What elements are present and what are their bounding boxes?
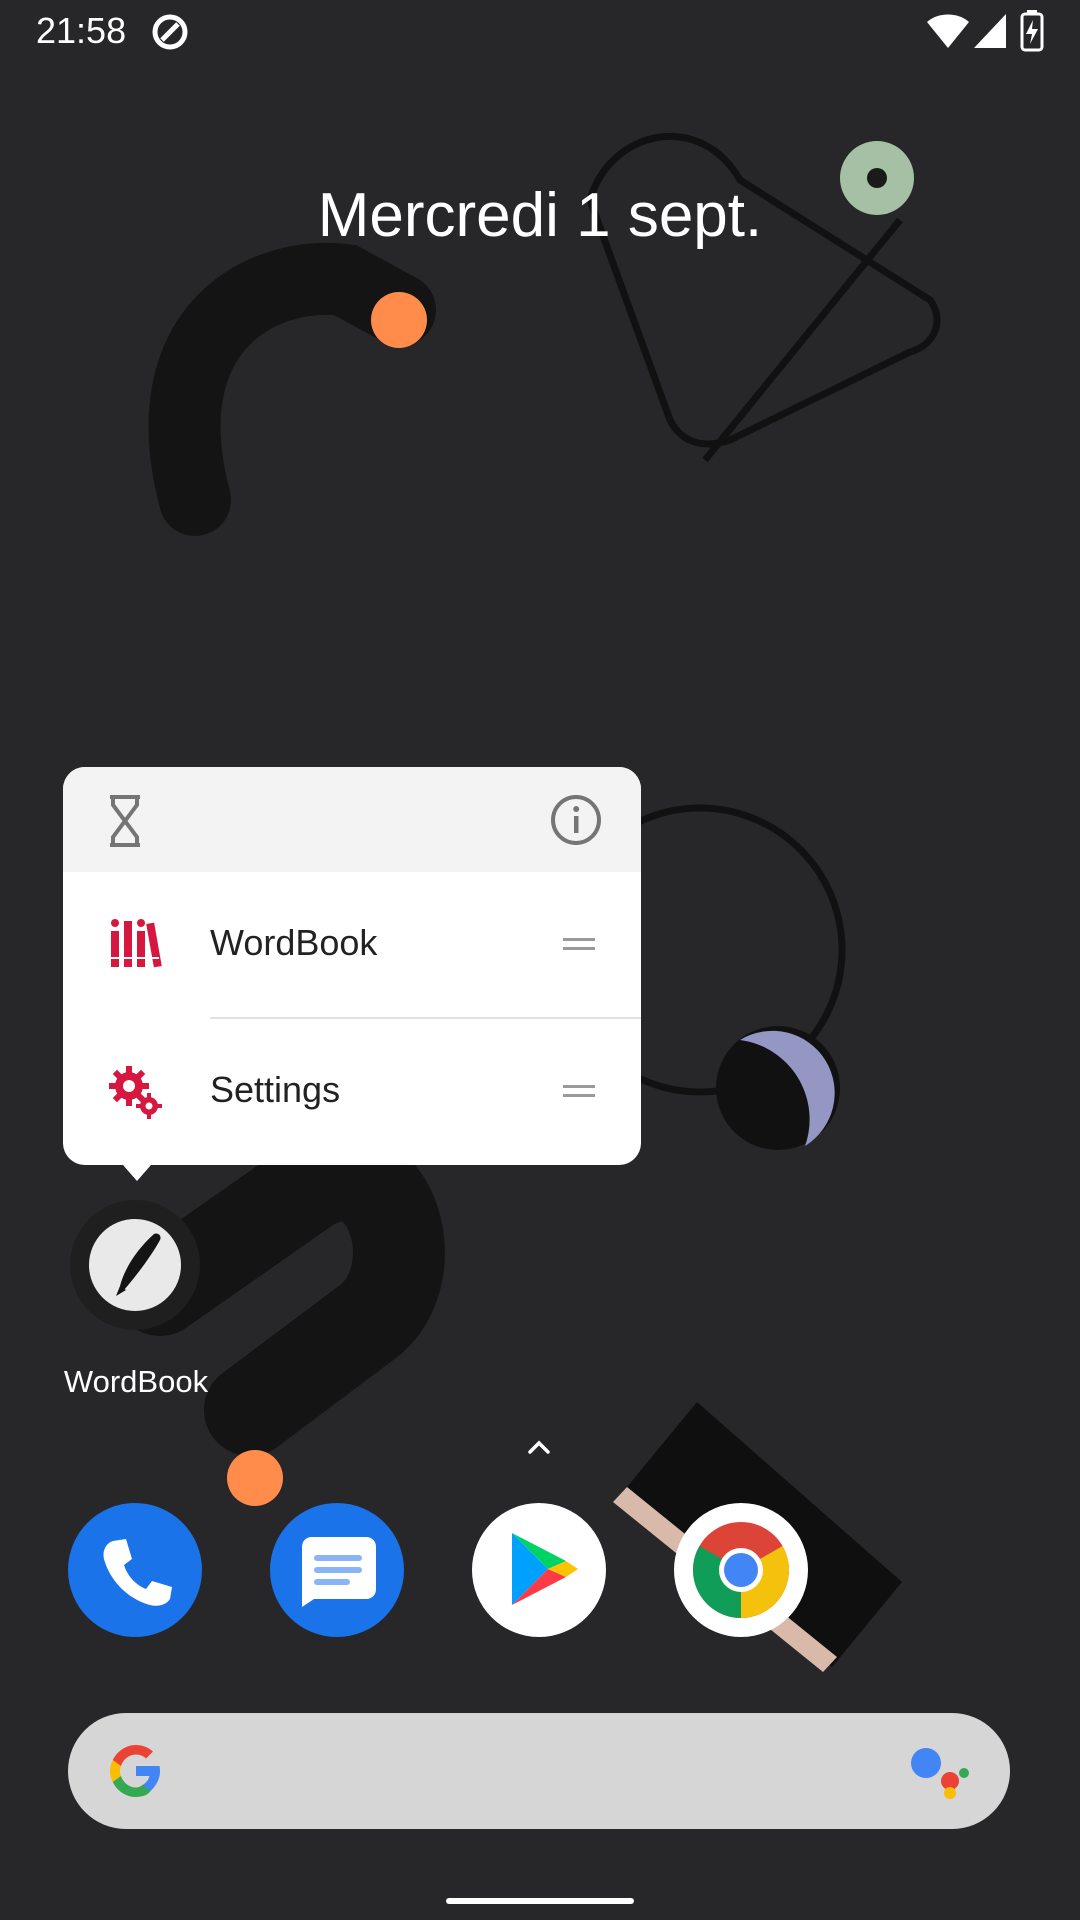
popup-pointer	[123, 1165, 151, 1181]
assistant-icon[interactable]	[910, 1743, 972, 1799]
hourglass-icon[interactable]	[105, 793, 145, 849]
messages-app[interactable]	[270, 1503, 404, 1637]
app-label[interactable]: WordBook	[36, 1364, 236, 1400]
battery-charging-icon	[1020, 10, 1044, 52]
play-store-icon	[512, 1533, 578, 1605]
app-shortcut-popup: WordBook Settings	[63, 767, 641, 1181]
home-screen: 21:58 Mercredi 1 sept. WordBook Settings…	[0, 0, 1080, 1920]
wifi-icon	[927, 14, 969, 48]
phone-app[interactable]	[68, 1503, 202, 1637]
shortcut-item-wordbook[interactable]: WordBook	[63, 872, 641, 1018]
shortcut-label: WordBook	[210, 922, 378, 963]
shortcut-item-settings[interactable]: Settings	[63, 1019, 641, 1165]
popup-header	[63, 767, 641, 872]
gears-icon	[109, 1066, 162, 1119]
signal-icon	[974, 14, 1006, 48]
wordbook-pen-icon[interactable]	[70, 1200, 200, 1330]
chevron-up-icon[interactable]	[524, 1436, 554, 1458]
info-icon[interactable]	[549, 793, 603, 847]
play-store-app[interactable]	[472, 1503, 606, 1637]
gesture-handle[interactable]	[446, 1898, 634, 1904]
shortcut-label: Settings	[210, 1069, 341, 1110]
google-search-bar[interactable]	[68, 1713, 1010, 1829]
phone-icon	[103, 1539, 172, 1606]
date-widget[interactable]: Mercredi 1 sept.	[240, 180, 840, 251]
drag-handle-icon[interactable]	[563, 936, 595, 954]
google-g-icon	[110, 1745, 160, 1797]
chrome-icon	[692, 1522, 790, 1618]
drag-handle-icon[interactable]	[563, 1083, 595, 1101]
status-time: 21:58	[36, 10, 127, 51]
chrome-app[interactable]	[674, 1503, 808, 1637]
sync-icon	[152, 14, 188, 50]
messages-icon	[302, 1537, 376, 1607]
books-icon	[111, 919, 162, 968]
